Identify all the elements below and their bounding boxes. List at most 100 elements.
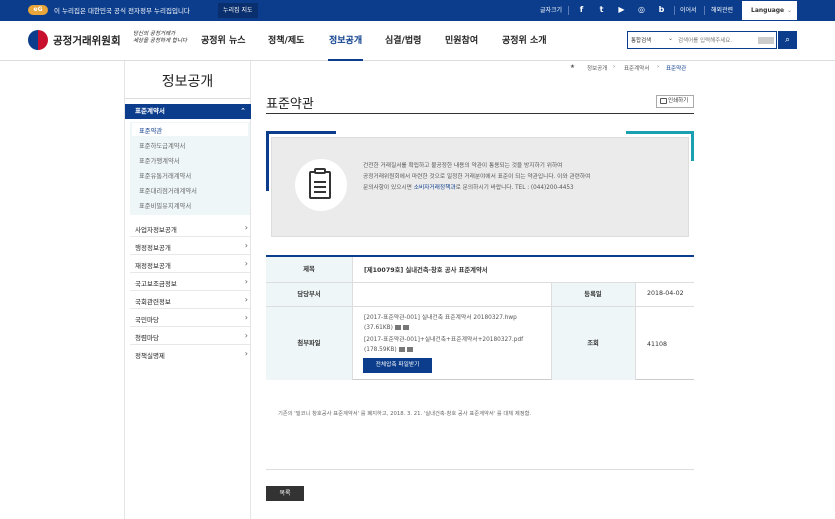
side-nav-item[interactable]: 청렴마당 › [135, 331, 250, 342]
list-button[interactable]: 목록 [266, 486, 304, 501]
subnav-standard-terms[interactable]: 표준약관 [139, 126, 162, 135]
file-name[interactable]: [2017-표준약관-001] 실내건축 표준계약서 20180327.hwp [364, 315, 517, 321]
nav-civil[interactable]: 민원참여 [445, 33, 478, 46]
home-icon[interactable]: ★ [570, 64, 575, 70]
file-size: (37.61KB) [364, 325, 393, 331]
side-nav-item[interactable]: 정책실명제 › [135, 349, 250, 360]
side-nav-item[interactable]: 국고보조금정보 › [135, 277, 250, 288]
breadcrumb-item[interactable]: 정보공개 [587, 64, 607, 72]
file-size: (178.59KB) [364, 347, 397, 353]
keyboard-icon[interactable] [758, 37, 774, 44]
clipboard-line [314, 186, 326, 188]
language-label: Language [751, 7, 785, 14]
th-date: 등록일 [551, 283, 635, 306]
en-link[interactable]: 이어서 [680, 5, 697, 14]
download-icon[interactable] [398, 347, 405, 352]
divider [130, 254, 250, 255]
site-header: 공정거래위원회 당신의 공정거래가 세상을 공정하게 합니다 공정위 뉴스 정책/… [0, 21, 835, 61]
clipboard-line [314, 191, 326, 193]
blog-icon[interactable]: b [656, 4, 667, 15]
chevron-right-icon: › [244, 295, 248, 304]
side-nav: 정보공개 표준계약서 ⌃ 표준약관 표준하도급계약서 표준가맹계약서 표준유통거래… [124, 61, 251, 519]
info-text-part: 로 문의하시기 바랍니다. TEL : (044)200-4453 [455, 185, 574, 191]
nav-law[interactable]: 심결/법령 [385, 33, 421, 46]
overseas-link[interactable]: 해외관련 [711, 5, 733, 14]
subnav-franchise[interactable]: 표준가맹계약서 [139, 156, 180, 165]
nav-about[interactable]: 공정위 소개 [502, 33, 547, 46]
chevron-right-icon: › [244, 331, 248, 340]
side-nav-item[interactable]: 사업자정보공개 › [135, 223, 250, 234]
side-nav-item[interactable]: 행정정보공개 › [135, 241, 250, 252]
sitemap-button[interactable]: 누리집 지도 [218, 3, 258, 18]
th-views: 조회 [551, 307, 635, 380]
info-line: 공정거래위원회에서 마련한 것으로 일정한 거래분야에서 표준이 되는 약관입니… [363, 174, 591, 180]
search-input[interactable]: 검색어를 입력해주세요. [678, 36, 732, 44]
search-box: 통합검색 ⌄ 검색어를 입력해주세요. [627, 31, 777, 49]
nav-news[interactable]: 공정위 뉴스 [201, 33, 246, 46]
dept-link[interactable]: 소비자거래정책과 [414, 185, 456, 191]
clipboard-icon [295, 159, 347, 211]
subject-value: [제10079호] 실내건축·창호 공사 표준계약서 [364, 267, 488, 274]
divider [704, 6, 705, 15]
side-nav-item-standard-contracts[interactable]: 표준계약서 ⌃ [125, 104, 251, 119]
search-scope-select[interactable]: 통합검색 [631, 36, 651, 44]
clipboard-line [314, 181, 326, 183]
side-subnav: 표준약관 표준하도급계약서 표준가맹계약서 표준유통거래계약서 표준대리점거래계… [130, 122, 250, 215]
gov-banner-text: 이 누리집은 대한민국 공식 전자정부 누리집입니다 [54, 7, 190, 15]
language-select[interactable]: Language ⌄ [742, 1, 797, 20]
side-nav-item[interactable]: 재정정보공개 › [135, 259, 250, 270]
site-logo[interactable]: 공정거래위원회 [53, 33, 121, 48]
gov-banner: eG 이 누리집은 대한민국 공식 전자정부 누리집입니다 누리집 지도 글자크… [0, 0, 835, 21]
twitter-icon[interactable]: t [596, 4, 607, 15]
chevron-down-icon: ⌄ [668, 35, 674, 42]
chevron-right-icon: › [244, 313, 248, 322]
youtube-icon[interactable]: ▶ [616, 4, 627, 15]
ftc-logo-icon[interactable] [28, 30, 48, 50]
side-nav-label: 표준계약서 [135, 107, 165, 115]
nav-info[interactable]: 정보공개 [329, 33, 362, 46]
date-value: 2018-04-02 [647, 290, 684, 297]
divider [352, 257, 353, 380]
preview-icon[interactable] [406, 347, 413, 352]
page-title: 표준약관 [266, 97, 314, 112]
th-dept: 담당부서 [266, 283, 352, 306]
subnav-subcontract[interactable]: 표준하도급계약서 [139, 141, 185, 150]
chevron-right-icon: › [244, 259, 248, 268]
side-nav-label: 국민마당 [135, 316, 159, 324]
facebook-icon[interactable]: f [576, 4, 587, 15]
corner-accent [691, 131, 694, 161]
search-button[interactable]: ⌕ [778, 31, 797, 49]
download-all-button[interactable]: 전체압축 파일받기 [363, 358, 432, 373]
divider [130, 344, 250, 345]
divider [125, 98, 250, 99]
font-size-button[interactable]: 글자크기 [540, 5, 562, 14]
breadcrumb-separator: › [657, 64, 660, 70]
breadcrumb-item[interactable]: 표준계약서 [624, 64, 649, 72]
subnav-agency[interactable]: 표준대리점거래계약서 [139, 186, 197, 195]
download-icon[interactable] [394, 325, 401, 330]
side-nav-item[interactable]: 국민마당 › [135, 313, 250, 324]
clipboard-body [309, 171, 331, 199]
divider [130, 290, 250, 291]
divider [130, 236, 250, 237]
side-nav-item[interactable]: 국회관련정보 › [135, 295, 250, 306]
file-2[interactable]: [2017-표준약관-001]+실내건축+표준계약서+20180327.pdf (… [364, 335, 523, 355]
corner-accent [626, 131, 694, 134]
file-name[interactable]: [2017-표준약관-001]+실내건축+표준계약서+20180327.pdf [364, 337, 523, 343]
file-1[interactable]: [2017-표준약관-001] 실내건축 표준계약서 20180327.hwp (… [364, 313, 517, 333]
preview-icon[interactable] [402, 325, 409, 330]
subnav-nda[interactable]: 표준비밀유지계약서 [139, 201, 191, 210]
corner-accent [266, 131, 269, 191]
gov-emblem-icon: eG [28, 5, 48, 15]
info-line: 문의사항이 있으시면 소비자거래정책과로 문의하시기 바랍니다. TEL : (… [363, 183, 663, 194]
chevron-right-icon: › [244, 241, 248, 250]
instagram-icon[interactable]: ◎ [636, 4, 647, 15]
subnav-retail[interactable]: 표준유통거래계약서 [139, 171, 191, 180]
nav-policy[interactable]: 정책/제도 [268, 33, 304, 46]
chevron-right-icon: › [244, 223, 248, 232]
divider [635, 283, 636, 380]
chevron-right-icon: › [244, 277, 248, 286]
slogan: 당신의 공정거래가 세상을 공정하게 합니다 [133, 31, 187, 45]
side-nav-label: 행정정보공개 [135, 244, 171, 252]
print-button[interactable]: 인쇄하기 [656, 95, 694, 108]
